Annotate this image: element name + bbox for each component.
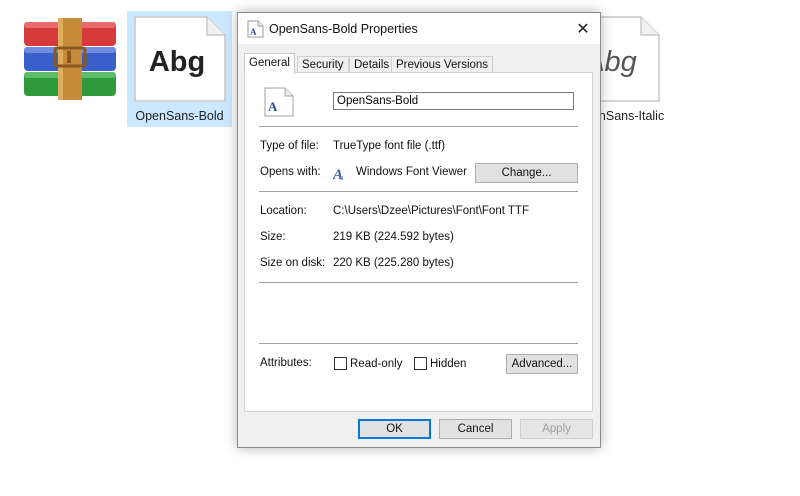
winrar-archive-icon[interactable] — [22, 18, 118, 100]
cancel-button[interactable]: Cancel — [439, 419, 512, 439]
ok-button[interactable]: OK — [358, 419, 431, 439]
readonly-label: Read-only — [350, 358, 403, 370]
svg-text:a: a — [340, 173, 344, 181]
opens-with-label: Opens with: — [260, 166, 321, 178]
file-label: OpenSans-Bold — [135, 109, 224, 123]
tab-previous-versions[interactable]: Previous Versions — [391, 56, 494, 73]
attributes-label: Attributes: — [260, 357, 312, 369]
font-file-icon: A — [247, 20, 264, 38]
location-label: Location: — [260, 205, 307, 217]
close-icon: ✕ — [576, 20, 590, 38]
hidden-label: Hidden — [430, 358, 467, 370]
properties-dialog: A OpenSans-Bold Properties ✕ General Sec… — [237, 12, 601, 448]
hidden-checkbox[interactable] — [414, 357, 427, 370]
dialog-title: OpenSans-Bold Properties — [269, 22, 418, 36]
divider — [259, 343, 578, 344]
type-of-file-label: Type of file: — [260, 140, 319, 152]
title-bar[interactable]: A OpenSans-Bold Properties ✕ — [238, 13, 600, 44]
svg-text:A: A — [268, 99, 278, 114]
general-panel: A Type of file: TrueType font file (.ttf… — [244, 72, 593, 412]
divider — [259, 126, 578, 127]
font-sample: Abg — [148, 46, 206, 78]
divider — [259, 191, 578, 192]
opens-with-value: Windows Font Viewer — [356, 166, 467, 178]
apply-button[interactable]: Apply — [520, 419, 593, 439]
font-file-icon: A — [263, 87, 295, 117]
change-button[interactable]: Change... — [475, 163, 578, 183]
font-file-icon: Abg — [133, 15, 227, 103]
font-viewer-icon: A a — [332, 165, 349, 183]
size-on-disk-value: 220 KB (225.280 bytes) — [333, 257, 454, 269]
svg-text:A: A — [250, 27, 257, 37]
location-value: C:\Users\Dzee\Pictures\Font\Font TTF — [333, 205, 529, 217]
type-of-file-value: TrueType font file (.ttf) — [333, 140, 446, 152]
size-on-disk-label: Size on disk: — [260, 257, 326, 269]
readonly-checkbox[interactable] — [334, 357, 347, 370]
file-name-field[interactable] — [333, 92, 574, 110]
advanced-button[interactable]: Advanced... — [506, 354, 578, 374]
tab-security[interactable]: Security — [297, 56, 349, 73]
divider — [259, 282, 578, 283]
tab-details[interactable]: Details — [349, 56, 395, 73]
size-label: Size: — [260, 231, 286, 243]
file-opensans-bold[interactable]: Abg OpenSans-Bold — [127, 11, 232, 127]
size-value: 219 KB (224.592 bytes) — [333, 231, 454, 243]
tab-general[interactable]: General — [244, 53, 295, 74]
close-button[interactable]: ✕ — [566, 13, 600, 44]
